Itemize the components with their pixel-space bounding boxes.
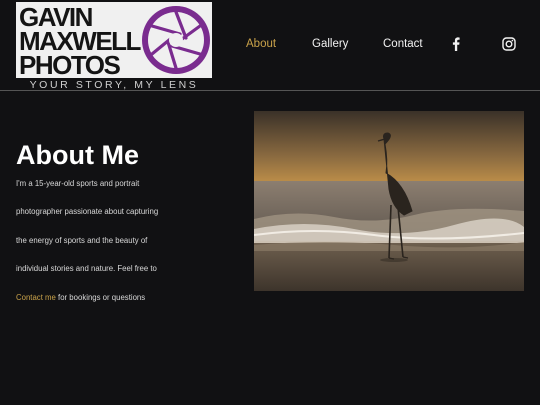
nav-item-contact[interactable]: Contact	[383, 38, 423, 50]
heron-photo	[254, 111, 524, 291]
logo-wordmark: GAVIN MAXWELL PHOTOS	[19, 4, 141, 78]
logo-tagline: YOUR STORY, MY LENS	[29, 79, 199, 91]
logo[interactable]: GAVIN MAXWELL PHOTOS	[16, 2, 212, 78]
about-bio: I'm a 15-year-old sports and portrait ph…	[16, 170, 166, 312]
camera-aperture-icon	[142, 6, 210, 74]
instagram-icon[interactable]	[502, 37, 516, 51]
page-title: About Me	[16, 140, 139, 170]
facebook-icon[interactable]	[449, 37, 463, 51]
site-header: GAVIN MAXWELL PHOTOS YOUR STORY, MY LENS…	[0, 0, 540, 91]
nav-item-gallery[interactable]: Gallery	[312, 38, 348, 50]
bio-text-end: for bookings or questions	[55, 292, 146, 302]
contact-link[interactable]: Contact me	[16, 293, 56, 302]
logo-line-3: PHOTOS	[19, 50, 121, 78]
bio-text: I'm a 15-year-old sports and portrait ph…	[16, 179, 159, 274]
nav-item-about[interactable]: About	[246, 38, 276, 50]
